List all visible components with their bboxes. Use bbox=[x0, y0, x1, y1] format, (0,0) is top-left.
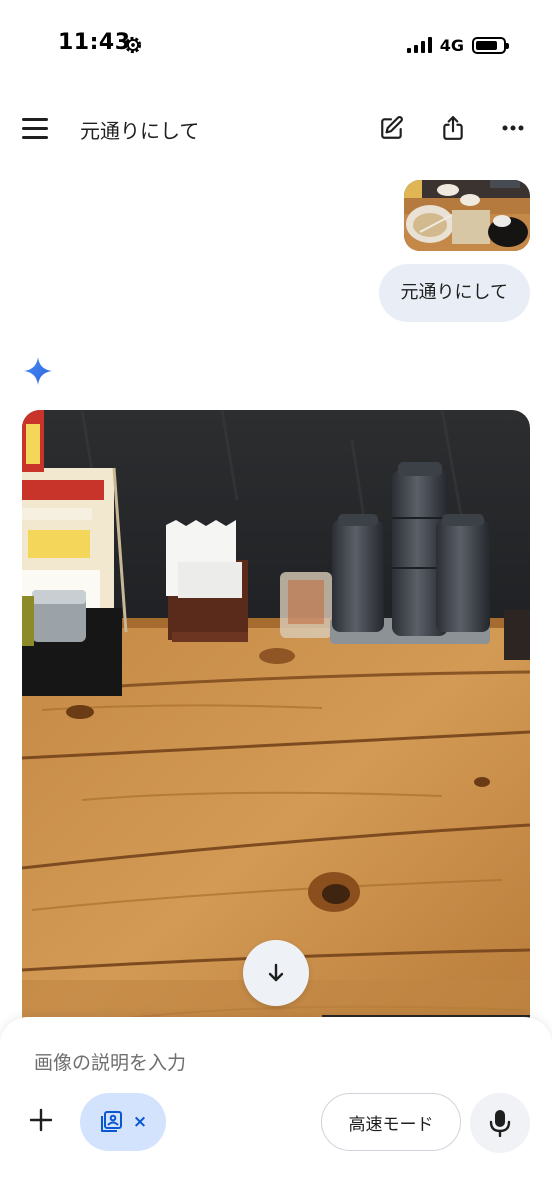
image-mode-chip[interactable]: × bbox=[80, 1093, 166, 1151]
more-icon[interactable] bbox=[497, 112, 529, 144]
status-time: 11:43 bbox=[58, 30, 131, 55]
image-icon bbox=[100, 1111, 122, 1132]
share-icon[interactable] bbox=[437, 112, 469, 144]
status-indicators: 4G bbox=[406, 33, 509, 57]
user-message-bubble: 元通りにして bbox=[378, 264, 530, 322]
mode-selector-button[interactable]: 高速モード bbox=[321, 1093, 461, 1151]
network-label: 4G bbox=[439, 35, 464, 55]
plus-icon[interactable] bbox=[24, 1103, 58, 1137]
arrow-down-icon bbox=[268, 963, 284, 982]
status-bar: 11:43 4G bbox=[0, 0, 552, 90]
chip-close-icon[interactable]: × bbox=[133, 1112, 147, 1132]
signal-icon bbox=[406, 37, 432, 53]
composer-panel: × 高速モード bbox=[0, 1017, 552, 1200]
scroll-down-button[interactable] bbox=[243, 940, 309, 1006]
prompt-input[interactable] bbox=[34, 1049, 514, 1077]
mic-icon[interactable] bbox=[470, 1093, 530, 1153]
gemini-sparkle-icon bbox=[24, 357, 52, 385]
settings-gear-icon bbox=[124, 36, 142, 54]
top-app-bar: 元通りにして bbox=[0, 100, 552, 156]
chat-title: 元通りにして bbox=[80, 119, 200, 143]
menu-icon[interactable] bbox=[22, 112, 54, 144]
battery-icon bbox=[472, 36, 509, 54]
user-attached-photo[interactable] bbox=[404, 180, 530, 251]
edit-icon[interactable] bbox=[376, 112, 408, 144]
